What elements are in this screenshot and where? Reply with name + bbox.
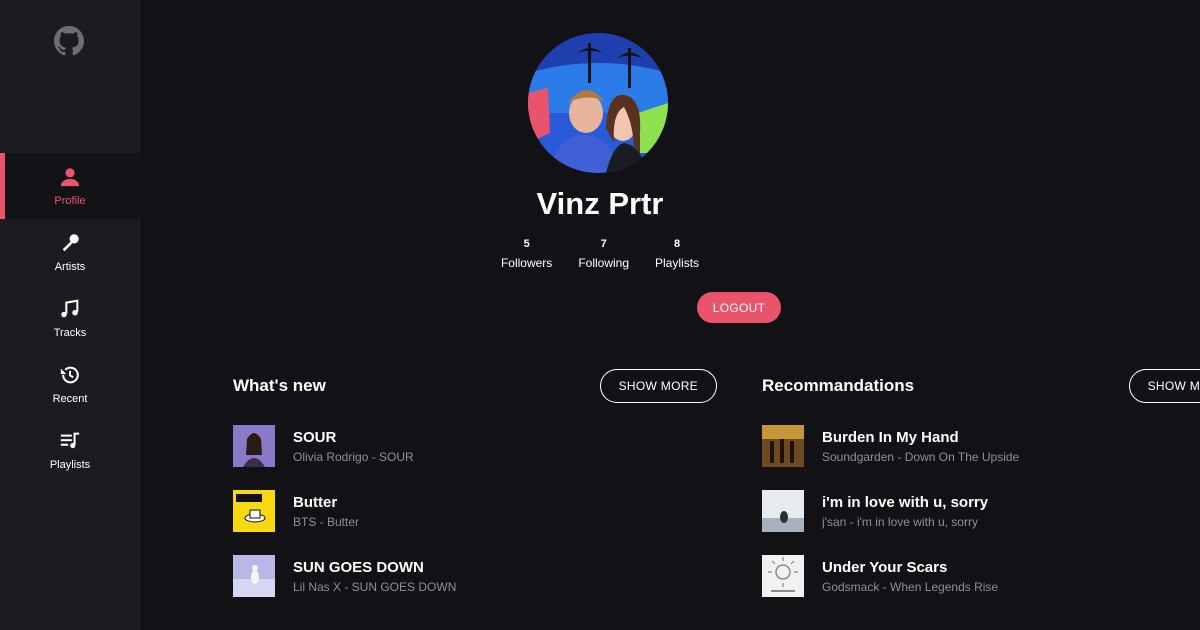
track-item[interactable]: SUN GOES DOWN Lil Nas X - SUN GOES DOWN [233, 555, 717, 597]
stat-label: Following [578, 256, 630, 270]
profile-stats: 5 Followers 7 Following 8 Playlists [0, 238, 1200, 270]
section-title: Recommandations [762, 376, 915, 395]
track-title: SUN GOES DOWN [293, 558, 424, 576]
stat-following: 7 Following [578, 238, 629, 270]
stat-label: Followers [500, 256, 553, 270]
sidebar-item-playlists[interactable]: Playlists [0, 417, 140, 483]
show-more-button[interactable]: SHOW MORE [599, 369, 717, 403]
sidebar-item-recent[interactable]: Recent [0, 351, 140, 417]
section-title: What's new [233, 376, 326, 395]
avatar [528, 33, 668, 173]
track-title: i'm in love with u, sorry [822, 493, 989, 511]
sidebar-item-tracks[interactable]: Tracks [0, 285, 140, 351]
album-cover [233, 425, 275, 467]
album-cover [233, 490, 275, 532]
track-item[interactable]: SOUR Olivia Rodrigo - SOUR [233, 425, 717, 467]
show-more-button[interactable]: SHOW MORE [1128, 369, 1200, 403]
profile-name: Vinz Prtr [536, 186, 664, 221]
sidebar-item-label: Recent [52, 392, 88, 405]
track-item[interactable]: Butter BTS - Butter [233, 490, 717, 532]
logout-button[interactable]: LOGOUT [697, 292, 781, 323]
sidebar: Profile Artists Tracks Recent Playlists [0, 0, 140, 630]
album-cover [762, 555, 804, 597]
stat-playlists: 8 Playlists [655, 238, 699, 270]
sidebar-item-label: Tracks [53, 326, 87, 339]
whats-new-section: What's new SHOW MORE SOUR Olivia Rodrigo… [233, 369, 717, 620]
stat-label: Playlists [655, 256, 700, 270]
stat-value: 7 [600, 238, 607, 250]
track-item[interactable]: i'm in love with u, sorry j'san - i'm in… [762, 490, 1200, 532]
github-icon[interactable] [54, 26, 84, 56]
history-icon [59, 364, 81, 389]
album-cover [762, 425, 804, 467]
track-item[interactable]: Under Your Scars Godsmack - When Legends… [762, 555, 1200, 597]
track-title: SOUR [293, 428, 337, 446]
track-title: Under Your Scars [822, 558, 948, 576]
track-subtitle: Olivia Rodrigo - SOUR [293, 449, 414, 464]
track-subtitle: Godsmack - When Legends Rise [822, 579, 999, 594]
track-subtitle: j'san - i'm in love with u, sorry [822, 514, 978, 529]
playlist-icon [59, 430, 81, 455]
recommendations-section: Recommandations SHOW MORE Burden In My H… [762, 369, 1200, 620]
stat-value: 8 [673, 238, 681, 250]
track-subtitle: BTS - Butter [293, 514, 360, 529]
stat-followers: 5 Followers [501, 238, 552, 270]
track-subtitle: Lil Nas X - SUN GOES DOWN [293, 579, 457, 594]
album-cover [762, 490, 804, 532]
sidebar-item-label: Playlists [49, 458, 91, 471]
music-note-icon [59, 298, 81, 323]
track-title: Burden In My Hand [822, 428, 959, 446]
album-cover [233, 555, 275, 597]
track-subtitle: Soundgarden - Down On The Upside [822, 449, 1020, 464]
stat-value: 5 [523, 238, 530, 250]
track-title: Butter [293, 493, 338, 511]
track-item[interactable]: Burden In My Hand Soundgarden - Down On … [762, 425, 1200, 467]
